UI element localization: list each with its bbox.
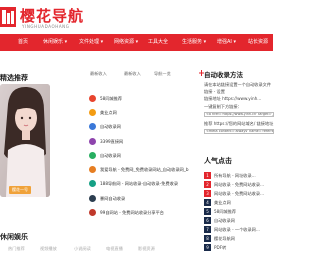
popular-item-label: PDF转 [214,245,227,250]
rank-badge: 7 [204,226,211,233]
site-logo-subtitle: YINGHUADAOHANG [22,24,70,29]
list-item-label: 自动收录网 [100,153,121,158]
popular-item-label: 自动收录网 [214,218,235,223]
auto-submit-title: 自动收录方法 [204,71,243,79]
site-icon [89,123,96,130]
list-item-label: 自动收录网 [100,124,121,129]
site-icon [89,152,96,159]
popular-item-label: 58同城推荐 [214,209,237,214]
popular-item-label: 网站收录 - 免费网站收录... [214,191,265,196]
copy-label: 一键复制下方链接： [204,104,242,109]
list-item-label: 3399直接网 [100,139,124,144]
leisure-tabs: 热门推荐 视频播放 小说阅读 电视直播 影视资源 [0,243,180,255]
site-header: 樱花导航 YINGHUADAOHANG [0,0,273,34]
rank-badge: 5 [204,208,211,215]
popular-item[interactable]: 2 网站收录 - 免费网站收录... [204,181,273,189]
popular-item[interactable]: 7 网站收录 - 一个收录网... [204,226,273,234]
link-address-text: 链接地址 https://www.yinh... [204,96,262,101]
site-icon [89,180,96,187]
featured-photo-image [0,84,50,197]
featured-photo-label: 樱花一号 [9,186,31,194]
popular-item-label: 樱花导航网 [214,236,235,241]
rank-badge: 2 [204,181,211,188]
popular-item[interactable]: 6 自动收录网 [204,217,273,225]
rank-badge: 8 [204,235,211,242]
tab-movies[interactable]: 影视资源 [138,246,155,252]
rank-badge: 4 [204,199,211,206]
nav-tools[interactable]: 工具大全 [148,34,168,51]
sakura-logo-icon[interactable] [0,7,16,27]
rank-badge: 6 [204,217,211,224]
popular-item[interactable]: 1 所有导航 - 网址收录... [204,172,273,180]
popular-title: 人气点击 [204,157,232,165]
tab-novel[interactable]: 小说阅读 [74,246,91,252]
popular-item-label: 所有导航 - 网址收录... [214,173,256,178]
nav-life-services[interactable]: 生活服务 ▾ [182,34,206,51]
middle-tabs: 最新收入 最新收入 导航一览 [78,68,173,82]
popular-item[interactable]: 4 美业点网 [204,199,273,207]
tab-latest-1[interactable]: 最新收入 [90,71,107,77]
popular-item[interactable]: 5 58同城推荐 [204,208,273,216]
nav-home[interactable]: 首页 [18,34,28,51]
rank-badge: 3 [204,190,211,197]
recommend-text: 推荐 https://您的网站域名/ 链接地址 [204,121,274,126]
main-nav: 首页 休闲娱乐 ▾ 文件处理 ▾ 网络资源 ▾ 工具大全 生活服务 ▾ 增强AI… [0,34,273,51]
nav-file-processing[interactable]: 文件处理 ▾ [79,34,103,51]
site-icon [89,95,96,102]
meta-code-box[interactable]: <meta content='always' name='referrer'> [204,129,274,134]
list-item-label: 美业点网 [100,110,117,115]
list-item-label: 188导航网 - 网站收录-自动收录-免费收录 [100,181,179,186]
featured-photo[interactable] [0,84,50,197]
list-item-label: 我爱导航 - 免费网_免费收录网站_自动收录网_b [100,167,189,172]
leisure-title: 休闲娱乐 [0,233,28,241]
popular-item[interactable]: 3 网站收录 - 免费网站收录... [204,190,273,198]
site-icon [89,195,96,202]
site-icon [89,109,96,116]
site-icon [89,209,96,216]
list-item-label: 99自网站 - 免费网站收录分享平台 [100,210,164,215]
popular-item-label: 美业点网 [214,200,231,205]
list-item-label: 暴网自动收录 [100,196,126,201]
tab-tv[interactable]: 电视直播 [106,246,123,252]
popular-item[interactable]: 9 PDF转 [204,244,273,252]
list-item-label: 58同城推荐 [100,96,123,101]
popular-item-label: 网站收录 - 免费网站收录... [214,182,265,187]
site-icon [89,166,96,173]
site-logo-text[interactable]: 樱花导航 [20,5,84,26]
nav-webmaster[interactable]: 站长资源 [248,34,268,51]
tab-nav-overview[interactable]: 导航一览 [154,71,171,77]
link-code-box[interactable]: <a href='https://www.yinh.cn' target='_b… [204,112,274,117]
tab-video[interactable]: 视频播放 [40,246,57,252]
featured-title: 精选推荐 [0,74,28,82]
nav-network-resources[interactable]: 网络资源 ▾ [114,34,138,51]
rank-badge: 9 [204,244,211,251]
auto-submit-desc: 请在本站链接设置一个自动收录文件 [204,82,272,87]
nav-entertainment[interactable]: 休闲娱乐 ▾ [43,34,67,51]
auto-submit-desc-2: 链接 - 设置 [204,89,225,94]
tab-hot[interactable]: 热门推荐 [8,246,25,252]
rank-badge: 1 [204,172,211,179]
nav-ai[interactable]: 增强AI ▾ [217,34,236,51]
popular-item[interactable]: 8 樱花导航网 [204,235,273,243]
popular-item-label: 网站收录 - 一个收录网... [214,227,260,232]
tab-latest-2[interactable]: 最新收入 [124,71,141,77]
site-icon [89,138,96,145]
